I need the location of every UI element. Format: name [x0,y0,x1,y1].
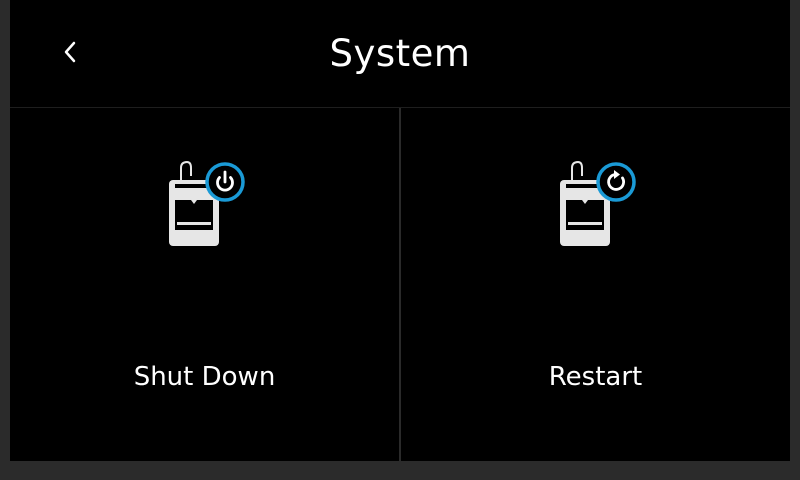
header-bar: System [10,0,790,108]
restart-button[interactable]: Restart [401,108,790,461]
shut-down-label: Shut Down [133,362,276,392]
system-screen: System Shut Down Restart [10,0,790,461]
shut-down-button[interactable]: Shut Down [10,108,399,461]
bottom-frame [0,461,800,480]
printer-restart-icon [559,160,636,246]
restart-label: Restart [548,362,643,392]
printer-power-icon [168,160,245,246]
page-title: System [329,32,471,75]
